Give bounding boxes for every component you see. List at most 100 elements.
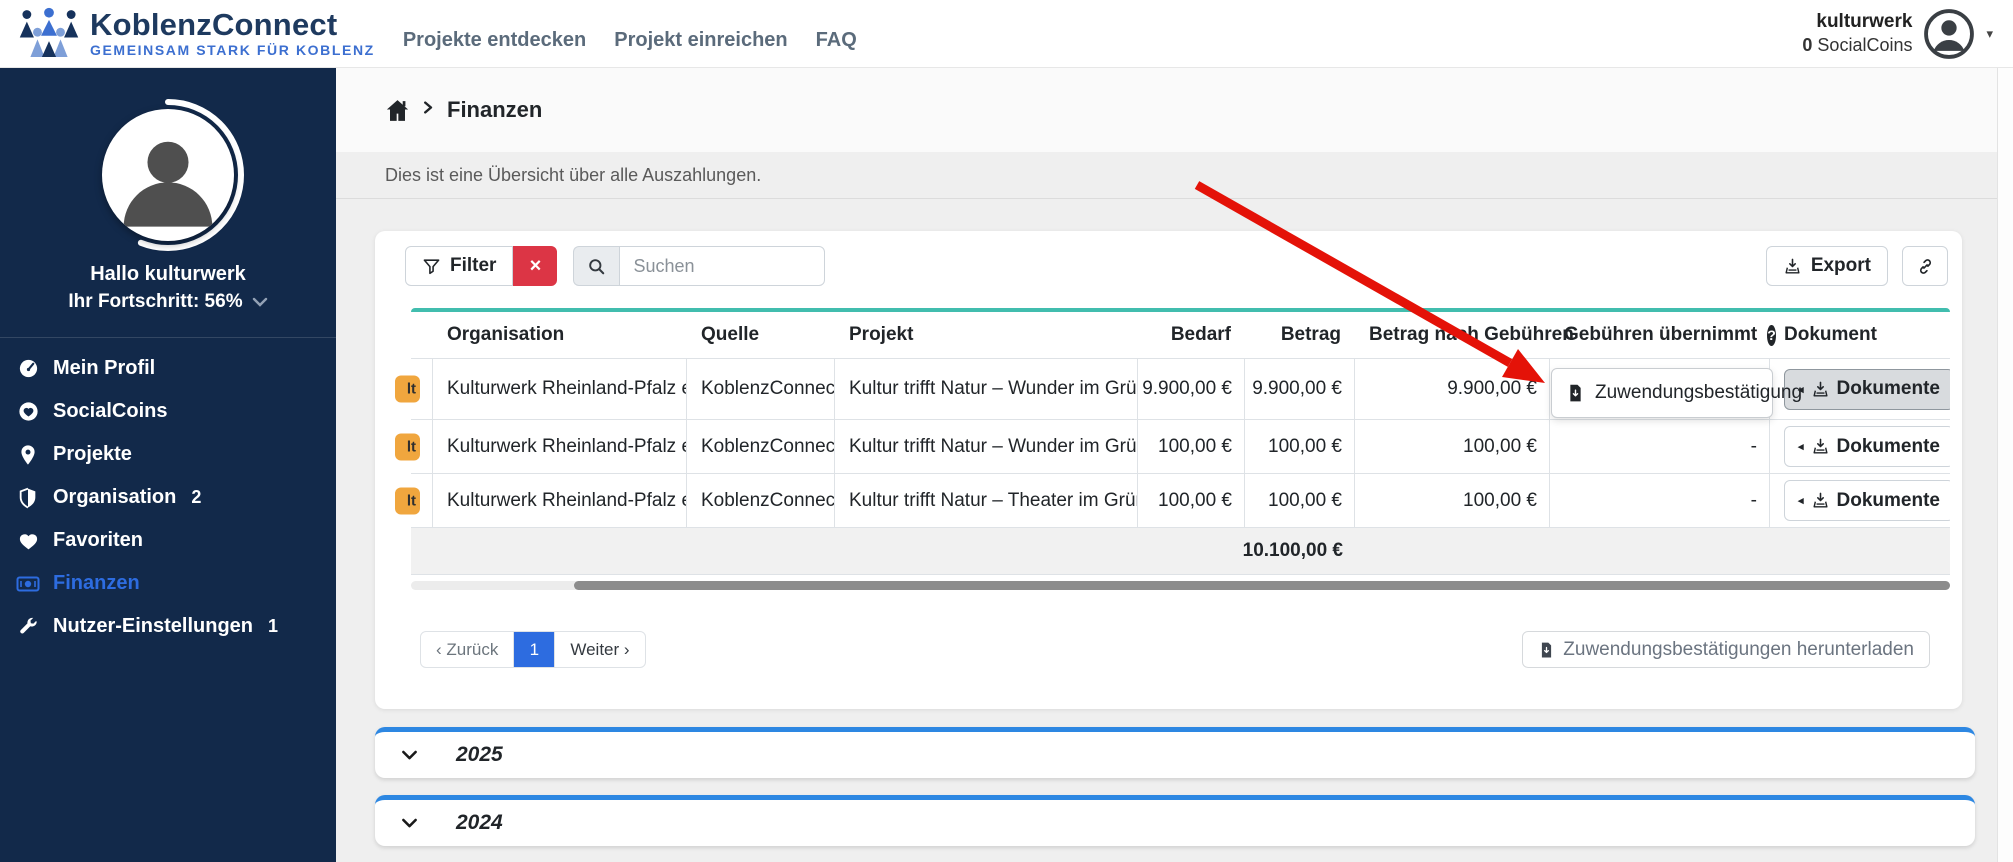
- coin-heart-icon: [16, 400, 40, 424]
- caret-left-icon: ◂: [1798, 494, 1804, 507]
- dokumente-button[interactable]: ◂ Dokumente: [1784, 369, 1950, 410]
- accordion-2024[interactable]: 2024: [375, 795, 1975, 846]
- link-icon: [1916, 257, 1935, 276]
- cell-betrag: 9.900,00 €: [1245, 359, 1355, 419]
- sidebar-item-mein-profil[interactable]: Mein Profil: [0, 347, 336, 390]
- accordion-label: 2024: [456, 811, 503, 835]
- file-download-icon: [1538, 640, 1555, 660]
- sidebar-item-finanzen[interactable]: Finanzen: [0, 562, 336, 605]
- brand-logo[interactable]: KoblenzConnect GEMEINSAM STARK FÜR KOBLE…: [18, 7, 375, 61]
- sidebar-nav: Mein Profil SocialCoins Projekte Organis…: [0, 347, 336, 648]
- header-betrag: Betrag: [1245, 324, 1355, 346]
- brand-name: KoblenzConnect: [90, 9, 375, 42]
- cell-organisation: Kulturwerk Rheinland-Pfalz e.V.: [433, 359, 687, 419]
- scrollbar-thumb[interactable]: [574, 581, 1950, 590]
- cell-gebuehren-uebernimmt: -: [1550, 474, 1770, 527]
- person-icon: [112, 124, 224, 236]
- download-icon: [1811, 491, 1830, 510]
- header-betrag-nach-gebuehren: Betrag nach Gebühren: [1355, 324, 1550, 346]
- filter-label: Filter: [450, 255, 496, 277]
- accordion-2025[interactable]: 2025: [375, 727, 1975, 778]
- nav-projekte-entdecken[interactable]: Projekte entdecken: [403, 29, 586, 52]
- gauge-icon: [16, 357, 40, 381]
- file-download-icon: [1566, 382, 1585, 404]
- sidebar-item-label: Nutzer-Einstellungen: [53, 615, 253, 638]
- home-icon[interactable]: [385, 98, 410, 123]
- cell-bedarf: 100,00 €: [1138, 474, 1245, 527]
- user-coins: 0 SocialCoins: [1802, 34, 1912, 57]
- sidebar-item-favoriten[interactable]: Favoriten: [0, 519, 336, 562]
- heart-icon: [16, 529, 40, 553]
- header-organisation: Organisation: [433, 324, 687, 346]
- download-all-button[interactable]: Zuwendungsbestätigungen herunterladen: [1522, 631, 1930, 668]
- cell-betrag-nach-gebuehren: 100,00 €: [1355, 420, 1550, 473]
- dokumente-label: Dokumente: [1837, 490, 1940, 512]
- wrench-icon: [16, 615, 40, 639]
- zuwendungsbestaetigung-popup[interactable]: Zuwendungsbestätigung: [1551, 368, 1773, 418]
- cell-bedarf: 100,00 €: [1138, 420, 1245, 473]
- chevron-down-icon: [399, 813, 420, 834]
- main-nav: Projekte entdecken Projekt einreichen FA…: [403, 29, 857, 52]
- nav-faq[interactable]: FAQ: [816, 29, 857, 52]
- sidebar-item-organisation[interactable]: Organisation 2: [0, 476, 336, 519]
- dokumente-label: Dokumente: [1837, 378, 1940, 400]
- clear-filter-button[interactable]: ×: [513, 246, 557, 286]
- payouts-card: Filter × Export: [375, 231, 1962, 709]
- export-button[interactable]: Export: [1766, 246, 1888, 286]
- status-badge: lt: [395, 487, 420, 514]
- total-amount: 10.100,00 €: [1245, 528, 1355, 574]
- pagination: ‹ Zurück 1 Weiter ›: [420, 631, 646, 668]
- table-row: lt Kulturwerk Rheinland-Pfalz e.V. Koble…: [411, 420, 1950, 474]
- dokumente-button[interactable]: ◂ Dokumente: [1784, 426, 1950, 467]
- table-row: lt Kulturwerk Rheinland-Pfalz e.V. Koble…: [411, 474, 1950, 528]
- cell-gebuehren-uebernimmt: -: [1550, 420, 1770, 473]
- accordion-label: 2025: [456, 743, 503, 767]
- intro-text: Dies ist eine Übersicht über alle Auszah…: [336, 152, 2013, 199]
- cell-betrag-nach-gebuehren: 9.900,00 €: [1355, 359, 1550, 419]
- nav-projekt-einreichen[interactable]: Projekt einreichen: [614, 29, 787, 52]
- header-dokument: Dokument: [1770, 324, 1950, 346]
- cell-quelle: KoblenzConnect: [687, 359, 835, 419]
- payouts-table: Organisation Quelle Projekt Bedarf Betra…: [411, 308, 1950, 575]
- sidebar-item-badge: 2: [191, 487, 201, 508]
- pagination-current[interactable]: 1: [514, 632, 554, 667]
- breadcrumb-current: Finanzen: [447, 97, 542, 123]
- pagination-prev[interactable]: ‹ Zurück: [421, 632, 514, 667]
- search-input[interactable]: [619, 246, 825, 286]
- copy-link-button[interactable]: [1902, 246, 1948, 286]
- sidebar-item-badge: 1: [268, 616, 278, 637]
- logo-people-icon: [18, 7, 80, 61]
- caret-left-icon: ◂: [1798, 440, 1804, 453]
- user-menu[interactable]: kulturwerk 0 SocialCoins ▾: [1802, 7, 1993, 61]
- page: KoblenzConnect GEMEINSAM STARK FÜR KOBLE…: [0, 0, 2013, 862]
- chevron-down-icon: ▾: [1986, 26, 1993, 42]
- export-label: Export: [1811, 255, 1871, 277]
- dokumente-button[interactable]: ◂ Dokumente: [1784, 480, 1950, 521]
- profile-avatar[interactable]: [88, 96, 248, 254]
- sidebar-progress[interactable]: Ihr Fortschritt: 56%: [0, 291, 336, 313]
- cell-betrag-nach-gebuehren: 100,00 €: [1355, 474, 1550, 527]
- close-icon: ×: [530, 255, 542, 278]
- cash-icon: [16, 572, 40, 596]
- filter-button[interactable]: Filter: [405, 246, 513, 286]
- search-icon: [573, 246, 619, 286]
- dokumente-label: Dokumente: [1837, 436, 1940, 458]
- page-scrollbar-track[interactable]: [1997, 68, 2013, 862]
- status-badge: lt: [395, 376, 420, 403]
- sidebar-item-label: Projekte: [53, 443, 132, 466]
- sidebar-item-label: Favoriten: [53, 529, 143, 552]
- download-icon: [1783, 257, 1802, 276]
- sidebar-item-label: Finanzen: [53, 572, 140, 595]
- sidebar-divider: [0, 337, 336, 338]
- header-bedarf: Bedarf: [1138, 324, 1245, 346]
- sidebar-item-socialcoins[interactable]: SocialCoins: [0, 390, 336, 433]
- map-pin-icon: [16, 443, 40, 467]
- sidebar-item-projekte[interactable]: Projekte: [0, 433, 336, 476]
- cell-projekt: Kultur trifft Natur – Theater im Grünen: [835, 474, 1138, 527]
- cell-organisation: Kulturwerk Rheinland-Pfalz e.V.: [433, 420, 687, 473]
- header-gebuehren-uebernimmt: Gebühren übernimmt ?: [1550, 324, 1770, 346]
- sidebar-item-nutzer-einstellungen[interactable]: Nutzer-Einstellungen 1: [0, 605, 336, 648]
- cell-organisation: Kulturwerk Rheinland-Pfalz e.V.: [433, 474, 687, 527]
- horizontal-scrollbar[interactable]: [411, 581, 1950, 590]
- pagination-next[interactable]: Weiter ›: [554, 632, 644, 667]
